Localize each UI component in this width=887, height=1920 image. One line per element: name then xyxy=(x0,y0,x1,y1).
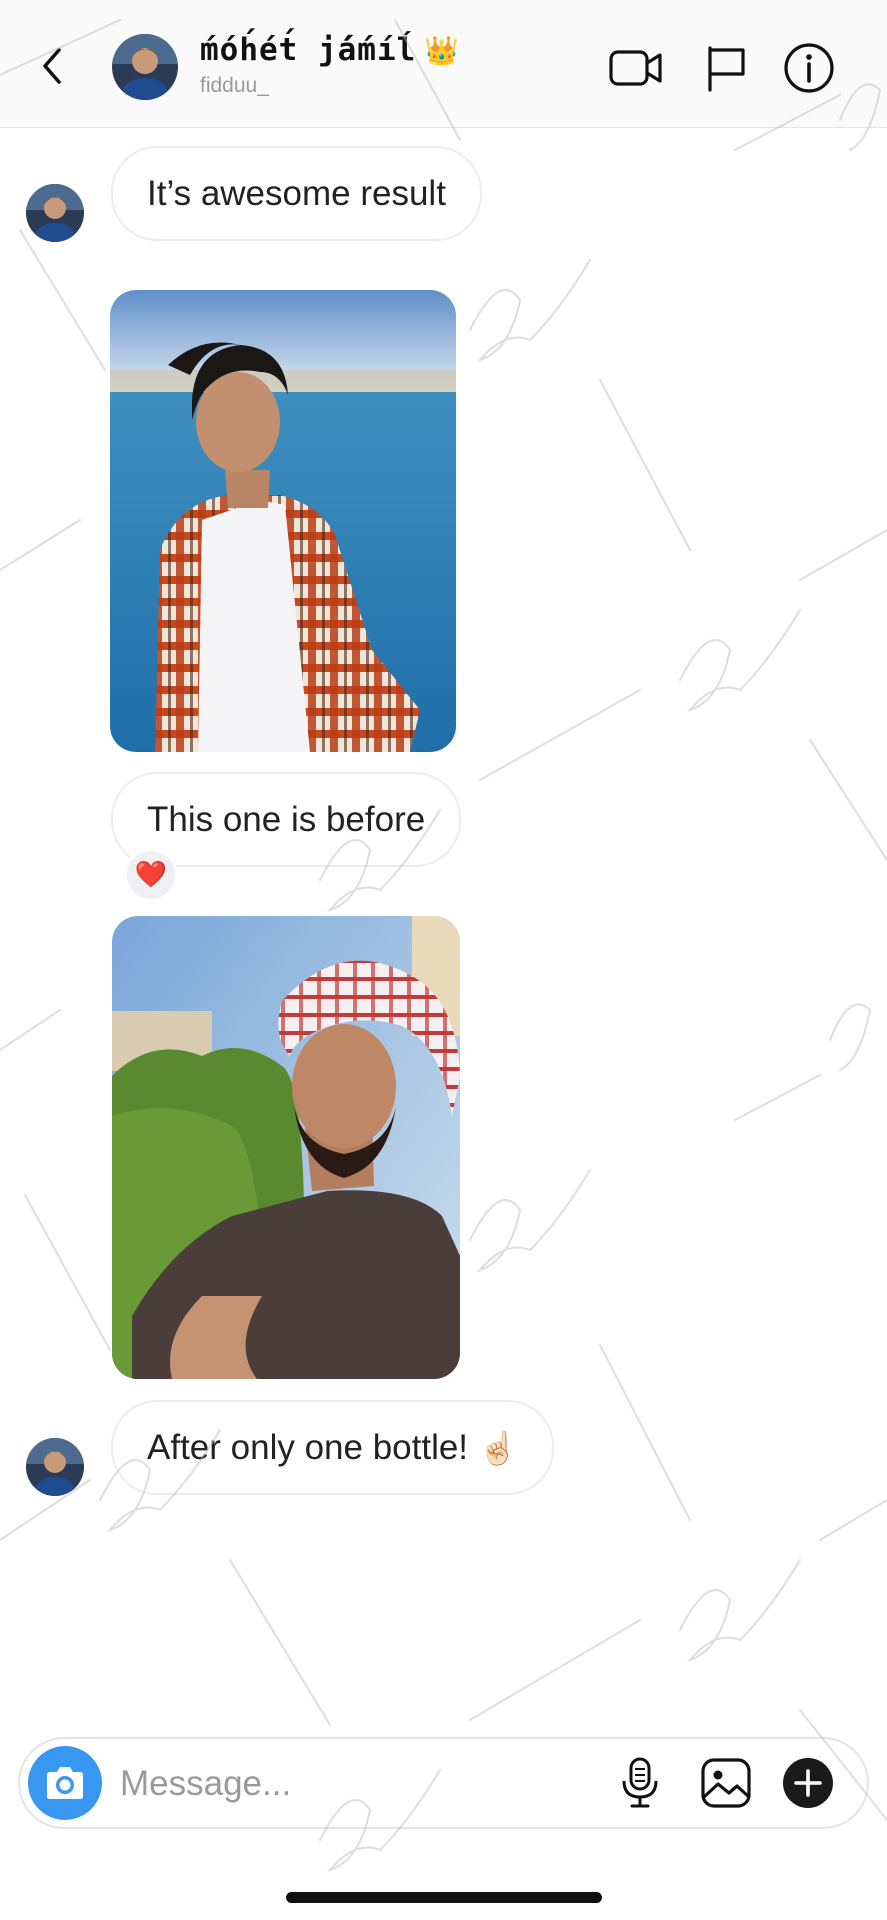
camera-icon xyxy=(47,1767,83,1799)
message-photo-before[interactable] xyxy=(110,290,456,752)
pointing-up-emoji: ☝🏻 xyxy=(478,1428,518,1467)
plus-icon xyxy=(783,1758,833,1808)
camera-button[interactable] xyxy=(28,1746,102,1820)
home-indicator xyxy=(286,1892,602,1903)
video-camera-icon xyxy=(609,50,662,86)
message-composer xyxy=(18,1737,869,1829)
microphone-icon xyxy=(622,1757,658,1808)
gallery-button[interactable] xyxy=(696,1753,756,1813)
flag-icon xyxy=(708,46,745,92)
contact-name: ḿóh́ét́ j́áḿíĺ xyxy=(200,32,417,68)
back-button[interactable] xyxy=(30,38,74,94)
sender-avatar[interactable] xyxy=(26,1438,84,1496)
message-text: After only one bottle! xyxy=(147,1427,469,1467)
message-input[interactable] xyxy=(120,1759,520,1809)
conversation-info[interactable]: ḿóh́ét́ j́áḿíĺ 👑 fidduu_ xyxy=(200,32,460,98)
report-button[interactable] xyxy=(698,40,754,96)
message-text: This one is before xyxy=(147,799,426,839)
reaction-badge[interactable]: ❤️ xyxy=(124,848,178,902)
message-bubble[interactable]: It’s awesome result xyxy=(111,146,482,241)
chat-header: ḿóh́ét́ j́áḿíĺ 👑 fidduu_ xyxy=(0,0,887,128)
chevron-left-icon xyxy=(43,48,61,84)
crown-emoji: 👑 xyxy=(424,33,461,67)
info-icon xyxy=(784,43,834,93)
contact-username: fidduu_ xyxy=(200,74,269,97)
sender-avatar[interactable] xyxy=(26,184,84,242)
voice-message-button[interactable] xyxy=(610,1753,670,1813)
more-options-button[interactable] xyxy=(778,1753,838,1813)
avatar[interactable] xyxy=(112,34,178,100)
gallery-icon xyxy=(701,1758,751,1808)
page-title: ḿóh́ét́ j́áḿíĺ 👑 xyxy=(200,32,460,68)
video-call-button[interactable] xyxy=(608,40,664,96)
info-button[interactable] xyxy=(781,40,837,96)
message-text: It’s awesome result xyxy=(147,173,446,213)
message-photo-after[interactable] xyxy=(112,916,460,1379)
heart-icon: ❤️ xyxy=(134,860,168,890)
message-bubble[interactable]: After only one bottle! ☝🏻 xyxy=(111,1400,554,1495)
